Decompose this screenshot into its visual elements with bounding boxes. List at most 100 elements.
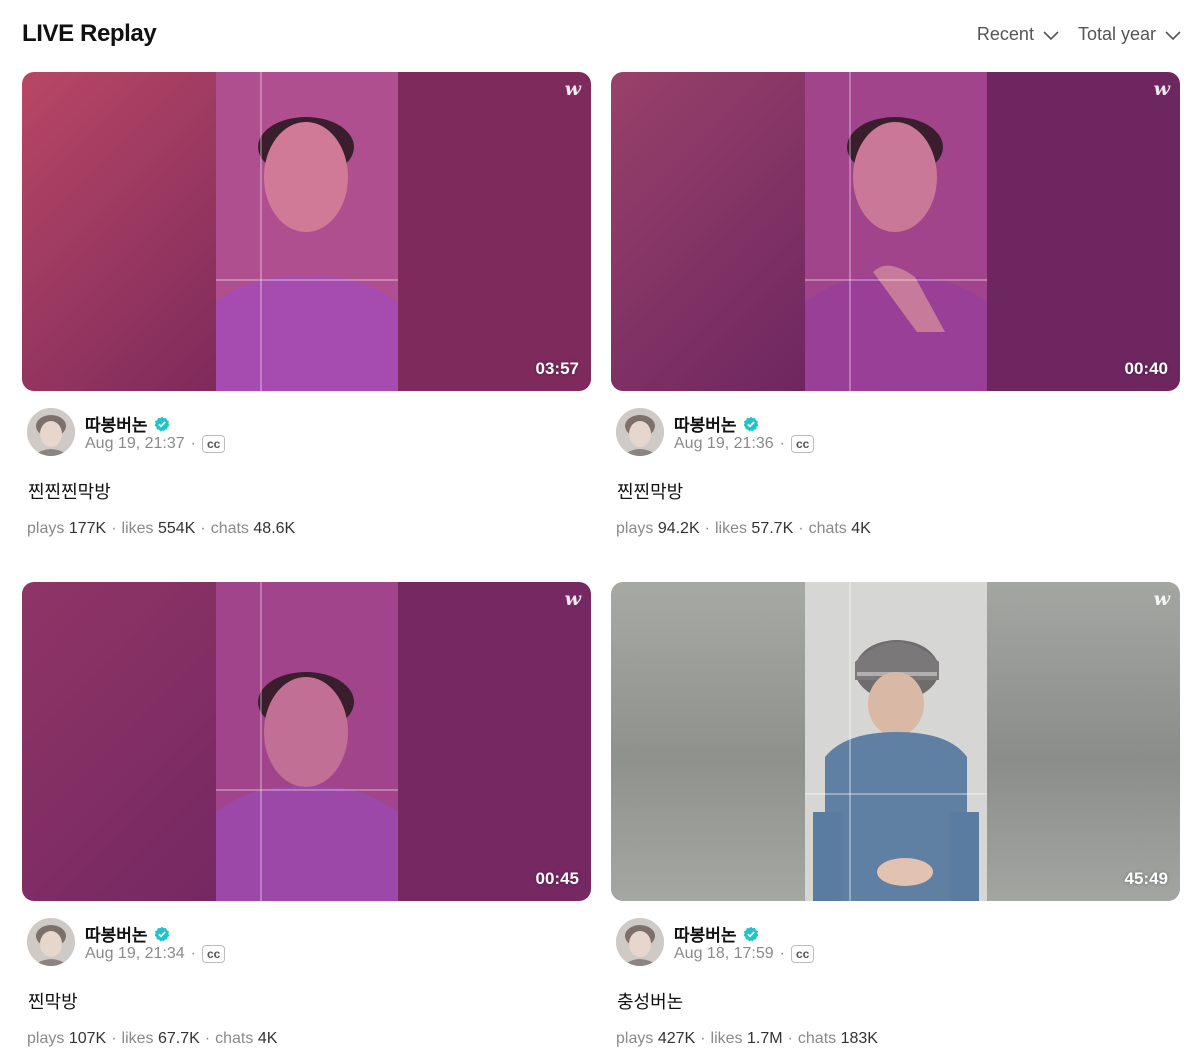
chats-count: 48.6K: [253, 520, 296, 537]
channel-row: 따봉버논: [85, 921, 170, 946]
closed-captions-badge: cc: [201, 435, 226, 453]
channel-row: 따봉버논: [85, 411, 170, 436]
video-meta: 따봉버논 Aug 18, 17:59 · cc 충성버논 plays 427K · likes…: [611, 918, 1180, 1047]
separator-dot: ·: [779, 435, 785, 452]
separator-dot: ·: [190, 435, 196, 452]
separator-dot: ·: [200, 520, 206, 537]
video-title[interactable]: 찐찐찐막방: [28, 478, 111, 504]
chevron-down-icon: [1043, 30, 1059, 40]
channel-name[interactable]: 따봉버논: [85, 921, 148, 946]
likes-count: 1.7M: [746, 1030, 783, 1047]
verified-badge-icon: [743, 926, 758, 941]
video-thumbnail[interactable]: w 45:49: [611, 582, 1180, 901]
avatar[interactable]: [616, 408, 664, 456]
verified-badge-icon: [743, 416, 758, 431]
duration-badge: 03:57: [535, 359, 579, 378]
video-title[interactable]: 충성버논: [617, 988, 683, 1014]
upload-date: Aug 19, 21:34: [85, 945, 185, 962]
video-title[interactable]: 찐찐막방: [617, 478, 683, 504]
duration-badge: 00:45: [535, 869, 579, 888]
video-stats: plays 177K · likes 554K · chats 48.6K: [27, 520, 295, 538]
thumbnail-backdrop: [986, 582, 1180, 901]
thumbnail-backdrop: [986, 72, 1180, 391]
video-thumbnail[interactable]: w 00:40: [611, 72, 1180, 391]
avatar[interactable]: [27, 918, 75, 966]
filter-bar: Recent Total year: [977, 24, 1182, 45]
separator-dot: ·: [787, 1030, 793, 1047]
plays-label: plays: [27, 520, 65, 537]
date-row: Aug 19, 21:36 · cc: [674, 435, 815, 453]
likes-count: 554K: [157, 520, 196, 537]
date-row: Aug 19, 21:34 · cc: [85, 945, 226, 963]
closed-captions-badge: cc: [790, 435, 815, 453]
upload-date: Aug 19, 21:37: [85, 435, 185, 452]
video-stats: plays 427K · likes 1.7M · chats 183K: [616, 1030, 878, 1048]
avatar[interactable]: [27, 408, 75, 456]
video-frame-image: [216, 72, 398, 391]
chevron-down-icon: [1165, 30, 1181, 40]
video-meta: 따봉버논 Aug 19, 21:37 · cc 찐찐찐막방 plays 177K · like…: [22, 408, 591, 537]
verified-badge-icon: [154, 926, 169, 941]
video-frame-image: [805, 582, 987, 901]
closed-captions-badge: cc: [201, 945, 226, 963]
channel-row: 따봉버논: [674, 921, 759, 946]
chats-label: chats: [797, 1030, 837, 1047]
video-title[interactable]: 찐막방: [28, 988, 78, 1014]
chats-label: chats: [808, 520, 847, 537]
likes-label: likes: [121, 1030, 154, 1047]
weverse-logo-icon: w: [564, 78, 581, 100]
upload-date: Aug 18, 17:59: [674, 945, 774, 962]
video-frame-image: [216, 582, 398, 901]
plays-label: plays: [616, 520, 654, 537]
separator-dot: ·: [779, 945, 785, 962]
separator-dot: ·: [111, 1030, 117, 1047]
video-card[interactable]: w 00:45 따봉버논 Aug 19, 21:34 · cc 찐막방 plays 107K ·…: [22, 582, 591, 1047]
separator-dot: ·: [700, 1030, 706, 1047]
likes-label: likes: [714, 520, 747, 537]
plays-count: 177K: [68, 520, 107, 537]
video-thumbnail[interactable]: w 03:57: [22, 72, 591, 391]
channel-name[interactable]: 따봉버논: [674, 411, 737, 436]
weverse-logo-icon: w: [1153, 588, 1170, 610]
page-header: LIVE Replay Recent Total year: [22, 18, 1182, 54]
chats-count: 4K: [257, 1030, 278, 1047]
plays-count: 94.2K: [657, 520, 700, 537]
thumbnail-backdrop: [397, 72, 591, 391]
video-stats: plays 107K · likes 67.7K · chats 4K: [27, 1030, 277, 1048]
likes-count: 67.7K: [157, 1030, 200, 1047]
video-card[interactable]: w 45:49 따봉버논 Aug 18, 17:59 · cc 충성버논 plays 427K…: [611, 582, 1180, 1047]
sort-recent-dropdown[interactable]: Recent: [977, 24, 1060, 45]
channel-row: 따봉버논: [674, 411, 759, 436]
closed-captions-badge: cc: [790, 945, 815, 963]
separator-dot: ·: [204, 1030, 211, 1047]
separator-dot: ·: [704, 520, 710, 537]
thumbnail-backdrop: [611, 72, 806, 391]
separator-dot: ·: [190, 945, 196, 962]
separator-dot: ·: [111, 520, 117, 537]
weverse-logo-icon: w: [1153, 78, 1170, 100]
video-thumbnail[interactable]: w 00:45: [22, 582, 591, 901]
likes-count: 57.7K: [751, 520, 794, 537]
page-title: LIVE Replay: [22, 20, 157, 47]
plays-count: 107K: [68, 1030, 107, 1047]
chats-count: 183K: [840, 1030, 878, 1047]
plays-label: plays: [27, 1030, 65, 1047]
thumbnail-backdrop: [22, 582, 217, 901]
weverse-logo-icon: w: [564, 588, 581, 610]
channel-name[interactable]: 따봉버논: [85, 411, 148, 436]
duration-badge: 00:40: [1124, 359, 1168, 378]
channel-name[interactable]: 따봉버논: [674, 921, 737, 946]
date-row: Aug 19, 21:37 · cc: [85, 435, 226, 453]
thumbnail-backdrop: [397, 582, 591, 901]
thumbnail-backdrop: [611, 582, 806, 901]
video-card[interactable]: w 00:40 따봉버논 Aug 19, 21:36 · cc 찐찐막방 plays 94.2…: [611, 72, 1180, 537]
period-label: Total year: [1077, 24, 1156, 44]
video-frame-image: [805, 72, 987, 391]
video-card[interactable]: w 03:57 따봉버논 Aug 19, 21:37 · cc 찐찐찐막방 plays 177…: [22, 72, 591, 537]
period-total-year-dropdown[interactable]: Total year: [1078, 24, 1182, 45]
chats-label: chats: [215, 1030, 254, 1047]
likes-label: likes: [121, 520, 154, 537]
avatar[interactable]: [616, 918, 664, 966]
video-stats: plays 94.2K · likes 57.7K · chats 4K: [616, 520, 871, 538]
separator-dot: ·: [798, 520, 804, 537]
